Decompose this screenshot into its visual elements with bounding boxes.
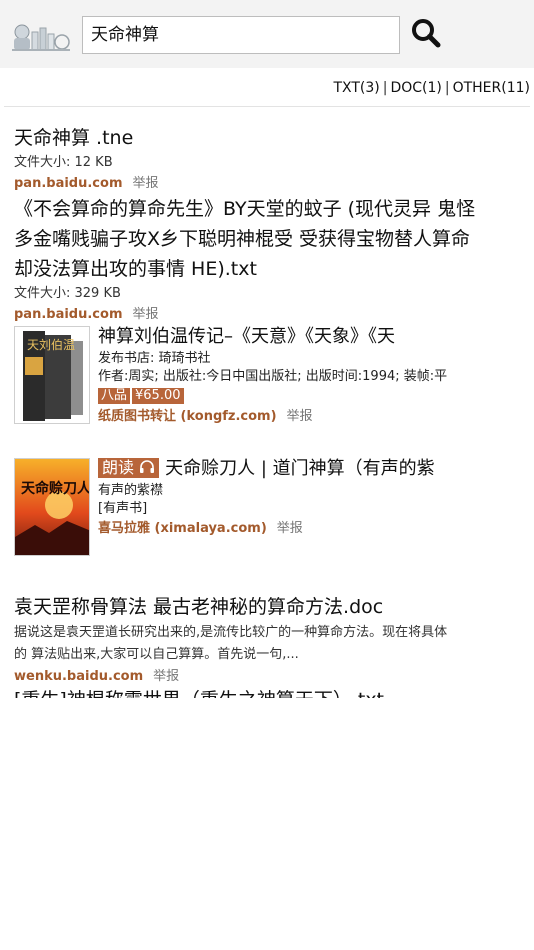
- filter-separator: |: [382, 80, 388, 96]
- report-link[interactable]: 举报: [133, 176, 159, 191]
- snippet-line: 的 算法贴出来,大家可以自己算算。首先说一句,...: [14, 647, 299, 662]
- results-list: 天命神算 .tne 文件大小: 12 KB pan.baidu.com 举报 《不…: [0, 108, 534, 698]
- audiobook-title-text: 天命赊刀人 | 道门神算（有声的紫: [165, 458, 435, 479]
- filter-other[interactable]: OTHER(11): [453, 80, 530, 96]
- result-item: 袁天罡称骨算法 最古老神秘的算命方法.doc 据说这是袁天罡道长研究出来的,是流…: [14, 592, 514, 688]
- file-size: 文件大小: 12 KB: [14, 155, 113, 170]
- audiobook-result: 天命赊刀人 朗读 天命赊刀人 | 道门神算（有声的紫 有声的紫襟 [有声书] 喜…: [14, 456, 514, 560]
- book-price-row: 八品 ¥65.00: [98, 387, 508, 405]
- source-link[interactable]: pan.baidu.com: [14, 176, 123, 191]
- result-title-line: 却没法算出攻的事情 HE).txt: [14, 258, 257, 280]
- source-link[interactable]: 喜马拉雅 (ximalaya.com): [98, 521, 267, 536]
- filter-separator: |: [444, 80, 450, 96]
- result-item: 《不会算命的算命先生》BY天堂的蚊子 (现代灵异 鬼怪 多金嘴贱骗子攻X乡下聪明…: [14, 194, 514, 326]
- result-source: pan.baidu.com 举报: [14, 304, 514, 326]
- source-link[interactable]: pan.baidu.com: [14, 307, 123, 322]
- audiobook-author: 有声的紫襟: [98, 483, 164, 498]
- search-input[interactable]: [82, 16, 400, 54]
- book-title[interactable]: 神算刘伯温传记–《天意》《天象》《天: [98, 324, 508, 350]
- report-link[interactable]: 举报: [153, 669, 179, 684]
- source-link[interactable]: wenku.baidu.com: [14, 669, 143, 684]
- book-info: 作者:周实; 出版社:今日中国出版社; 出版时间:1994; 装帧:平: [98, 369, 448, 384]
- filter-txt[interactable]: TXT(3): [333, 80, 379, 96]
- result-source: pan.baidu.com 举报: [14, 173, 514, 195]
- audiobook-cover[interactable]: 天命赊刀人: [14, 458, 90, 556]
- result-item: 天命神算 .tne 文件大小: 12 KB pan.baidu.com 举报: [14, 123, 514, 195]
- result-title[interactable]: 《不会算命的算命先生》BY天堂的蚊子 (现代灵异 鬼怪 多金嘴贱骗子攻X乡下聪明…: [14, 194, 514, 284]
- book-cover[interactable]: 天刘伯温: [14, 326, 90, 424]
- book-publisher: 发布书店: 琦琦书社: [98, 351, 211, 366]
- search-button[interactable]: [406, 14, 446, 54]
- result-source: 纸质图书转让 (kongfz.com) 举报: [98, 406, 508, 428]
- cover-title: 天刘伯温: [27, 337, 75, 352]
- file-size: 文件大小: 329 KB: [14, 286, 121, 301]
- result-title[interactable]: 袁天罡称骨算法 最古老神秘的算命方法.doc: [14, 592, 514, 622]
- read-aloud-label: 朗读: [102, 458, 135, 477]
- snippet-line: 据说这是袁天罡道长研究出来的,是流传比较广的一种算命方法。现在将具体: [14, 625, 448, 640]
- report-link[interactable]: 举报: [133, 307, 159, 322]
- divider: [4, 106, 530, 107]
- file-type-filter: TXT(3) | DOC(1) | OTHER(11): [333, 80, 530, 102]
- result-snippet: 据说这是袁天罡道长研究出来的,是流传比较广的一种算命方法。现在将具体 的 算法贴…: [14, 622, 514, 666]
- cover-title: 天命赊刀人: [21, 480, 90, 497]
- result-title[interactable]: 天命神算 .tne: [14, 123, 514, 153]
- top-bar: [0, 0, 534, 68]
- site-logo[interactable]: [10, 18, 72, 54]
- result-source: 喜马拉雅 (ximalaya.com) 举报: [98, 518, 508, 540]
- result-title-line: 多金嘴贱骗子攻X乡下聪明神棍受 受获得宝物替人算命: [14, 228, 471, 250]
- result-title-line: 《不会算命的算命先生》BY天堂的蚊子 (现代灵异 鬼怪: [14, 198, 476, 220]
- report-link[interactable]: 举报: [277, 521, 303, 536]
- search-icon: [412, 19, 441, 48]
- result-item: [重生]神棍称霸世界（重生之神算天下）.txt: [14, 685, 514, 698]
- result-title[interactable]: [重生]神棍称霸世界（重生之神算天下）.txt: [14, 685, 514, 698]
- condition-badge: 八品: [98, 388, 131, 404]
- audiobook-title[interactable]: 朗读 天命赊刀人 | 道门神算（有声的紫: [98, 456, 508, 482]
- report-link[interactable]: 举报: [287, 409, 313, 424]
- price-badge: ¥65.00: [132, 388, 184, 404]
- filter-doc[interactable]: DOC(1): [390, 80, 441, 96]
- audiobook-type: [有声书]: [98, 501, 148, 516]
- source-link[interactable]: 纸质图书转让 (kongfz.com): [98, 409, 277, 424]
- book-result: 天刘伯温 神算刘伯温传记–《天意》《天象》《天 发布书店: 琦琦书社 作者:周实…: [14, 324, 514, 428]
- read-aloud-badge[interactable]: 朗读: [98, 458, 160, 478]
- headphones-icon: [140, 460, 155, 473]
